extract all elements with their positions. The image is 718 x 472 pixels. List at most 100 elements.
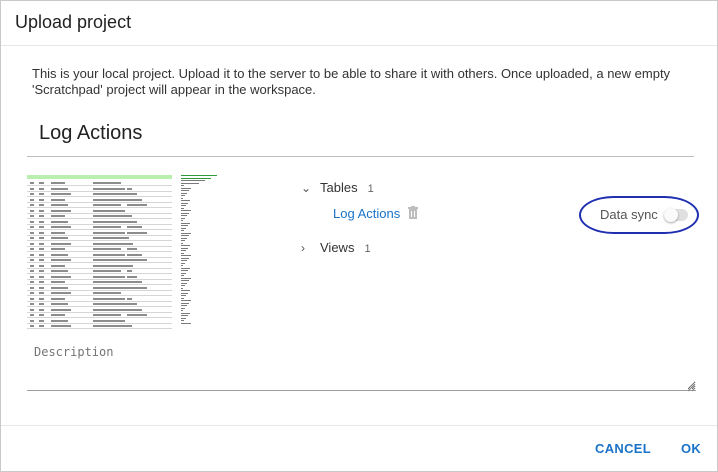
- thumbnail-row: [27, 256, 172, 258]
- thumbnail-cell: [127, 215, 132, 217]
- thumbnail-cell: [30, 231, 34, 234]
- thumbnail-bar: [181, 202, 188, 204]
- thumbnail-cell: [39, 275, 44, 278]
- thumbnail-cell: [51, 193, 71, 195]
- resize-handle-icon[interactable]: [686, 379, 696, 397]
- thumbnail-cell: [30, 297, 34, 300]
- thumbnail-bar: [181, 247, 188, 249]
- thumbnail-row: [27, 190, 172, 192]
- thumbnail-cell: [30, 308, 34, 311]
- thumbnail-cell: [30, 264, 34, 267]
- thumbnail-row: [27, 278, 172, 280]
- thumbnail-bar: [181, 262, 185, 264]
- thumbnail-cell: [39, 198, 44, 201]
- thumbnail-cell: [93, 325, 129, 327]
- thumbnail-bar: [181, 225, 188, 226]
- thumbnail-bar: [181, 277, 191, 279]
- thumbnail-row: [27, 240, 172, 241]
- tree-node-views[interactable]: › Views 1: [301, 239, 371, 257]
- chevron-right-icon[interactable]: ›: [301, 239, 315, 257]
- thumbnail-row: [27, 201, 172, 203]
- thumbnail-cell: [39, 297, 44, 300]
- thumbnail-cell: [127, 297, 132, 300]
- thumbnail-row: [27, 306, 172, 307]
- thumbnail-cell: [30, 303, 34, 305]
- thumbnail-bar: [181, 205, 186, 206]
- thumbnail-cell: [127, 242, 132, 245]
- thumbnail-row: [27, 300, 172, 302]
- thumbnail-cell: [51, 226, 71, 228]
- thumbnail-bar: [181, 245, 190, 246]
- thumbnail-cell: [51, 303, 68, 305]
- thumbnail-cell: [39, 303, 44, 305]
- thumbnail-cell: [93, 281, 129, 283]
- thumbnail-bar: [181, 275, 184, 276]
- thumbnail-row: [27, 273, 172, 274]
- thumbnail-bar: [181, 272, 186, 274]
- tree-node-tables[interactable]: ⌄ Tables 1: [301, 179, 374, 197]
- thumbnail-cell: [39, 314, 44, 316]
- thumbnail-cell: [30, 270, 34, 272]
- thumbnail-cell: [127, 275, 137, 278]
- thumbnail-cell: [39, 193, 44, 195]
- thumbnail-cell: [39, 292, 44, 294]
- data-sync-label: Data sync: [600, 207, 658, 222]
- thumbnail-cell: [51, 253, 68, 256]
- thumbnail-cell: [127, 281, 142, 283]
- thumbnail-bar: [181, 207, 184, 209]
- thumbnail-cell: [39, 319, 44, 322]
- thumbnail-cell: [30, 187, 34, 190]
- thumbnail-bar: [181, 305, 187, 306]
- thumbnail-header-row: [27, 175, 172, 179]
- table-link-log-actions[interactable]: Log Actions: [333, 206, 400, 221]
- chevron-down-icon[interactable]: ⌄: [301, 179, 315, 197]
- thumbnail-cell: [93, 253, 125, 256]
- project-name-field[interactable]: Log Actions: [39, 122, 142, 145]
- thumbnail-bar: [181, 200, 190, 201]
- thumbnail-cell: [39, 248, 44, 250]
- thumbnail-row: [27, 212, 172, 214]
- thumbnail-bar: [181, 235, 189, 236]
- views-count: 1: [364, 243, 371, 255]
- project-name-underline: [27, 156, 694, 157]
- cancel-button[interactable]: CANCEL: [589, 440, 657, 457]
- thumbnail-cell: [51, 220, 68, 223]
- thumbnail-bar: [181, 212, 189, 214]
- thumbnail-bar: [181, 285, 185, 286]
- thumbnail-cell: [127, 248, 137, 250]
- toggle-knob: [664, 208, 678, 222]
- tree-item-table[interactable]: Log Actions: [333, 205, 419, 223]
- thumbnail-row: [27, 185, 172, 186]
- thumbnail-cell: [39, 242, 44, 245]
- thumbnail-bar: [181, 255, 191, 256]
- thumbnail-cell: [127, 314, 147, 316]
- thumbnail-cell: [51, 204, 68, 206]
- thumbnail-cell: [39, 286, 44, 289]
- thumbnail-bar: [181, 320, 184, 321]
- thumbnail-cell: [127, 231, 147, 234]
- ok-button[interactable]: OK: [675, 440, 707, 457]
- tables-count: 1: [367, 183, 374, 195]
- trash-icon[interactable]: [407, 206, 419, 225]
- thumbnail-bar: [181, 310, 183, 311]
- thumbnail-cell: [51, 248, 65, 250]
- thumbnail-cell: [127, 259, 147, 261]
- thumbnail-row: [27, 311, 172, 313]
- thumbnail-cell: [127, 204, 147, 206]
- description-field[interactable]: [27, 339, 696, 391]
- thumbnail-cell: [30, 193, 34, 195]
- thumbnail-cell: [93, 264, 133, 267]
- thumbnail-cell: [127, 220, 137, 223]
- thumbnail-bar: [181, 232, 191, 234]
- thumbnail-cell: [51, 314, 65, 316]
- thumbnail-row: [27, 196, 172, 197]
- thumbnail-cell: [30, 209, 34, 212]
- thumbnail-cell: [93, 209, 125, 212]
- data-sync-toggle[interactable]: [664, 208, 688, 222]
- thumbnail-cell: [93, 319, 125, 322]
- thumbnail-cell: [39, 253, 44, 256]
- footer-divider: [1, 425, 717, 426]
- thumbnail-cell: [93, 303, 129, 305]
- thumbnail-cell: [93, 270, 121, 272]
- thumbnail-cell: [30, 314, 34, 316]
